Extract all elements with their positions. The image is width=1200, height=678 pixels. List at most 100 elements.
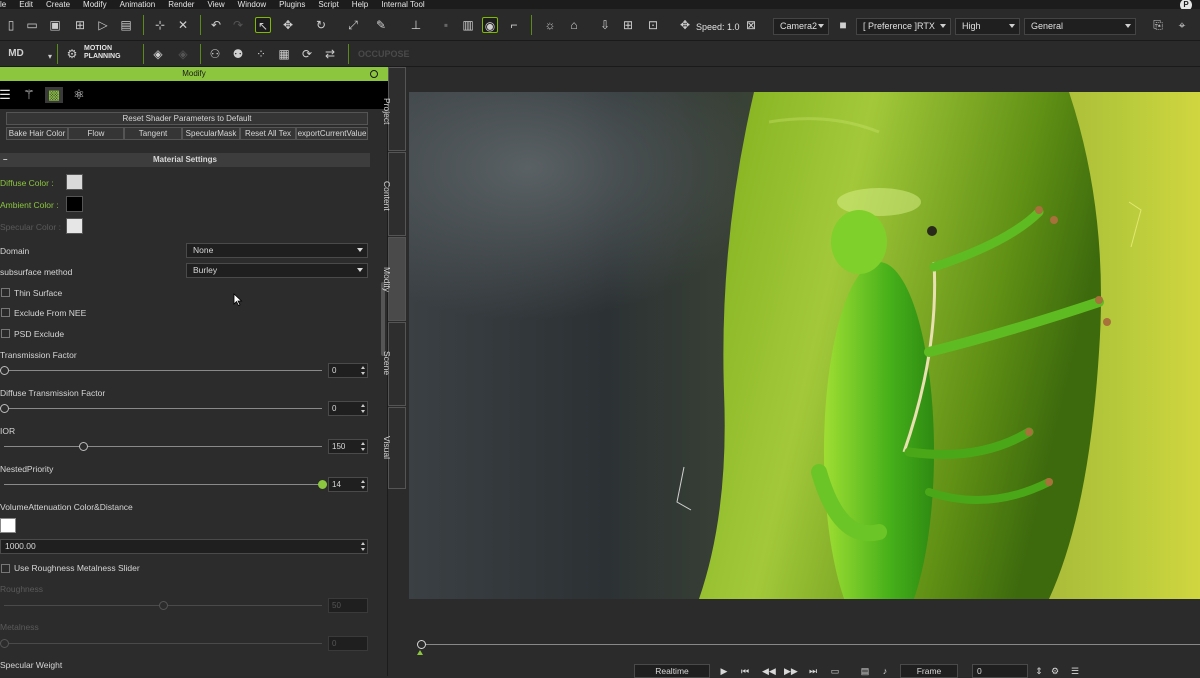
- undo-icon[interactable]: ↶: [208, 17, 224, 33]
- collapse-icon[interactable]: –: [3, 153, 7, 167]
- motion-planning-button[interactable]: MOTION PLANNING: [84, 45, 121, 61]
- specular-mask-button[interactable]: SpecularMask: [182, 127, 240, 140]
- menu-help[interactable]: Help: [352, 0, 368, 9]
- points-icon[interactable]: ⁘: [253, 46, 269, 62]
- tab-visual[interactable]: Visual: [382, 407, 406, 489]
- md-logo[interactable]: MD: [5, 46, 27, 62]
- sun-icon[interactable]: ☼: [542, 17, 558, 33]
- pin-icon[interactable]: ⌖: [1174, 17, 1190, 33]
- tangent-button[interactable]: Tangent: [124, 127, 182, 140]
- new-file-icon[interactable]: ▯: [3, 17, 19, 33]
- fit-down-icon[interactable]: ⇩: [597, 17, 613, 33]
- camera-toggle-icon[interactable]: ⊠: [743, 17, 759, 33]
- tab-scene[interactable]: Scene: [382, 322, 406, 406]
- skip-end-icon[interactable]: ⏭: [807, 666, 819, 676]
- nested-priority-knob[interactable]: [317, 480, 327, 489]
- people-icon[interactable]: ⚉: [230, 46, 246, 62]
- timeline-playhead[interactable]: [417, 640, 426, 649]
- volume-distance-input[interactable]: 1000.00: [0, 539, 368, 554]
- motion-icon[interactable]: ⚚: [20, 87, 38, 103]
- home-icon[interactable]: ⌂: [566, 17, 582, 33]
- camera-dropdown[interactable]: Camera2: [773, 18, 829, 35]
- psd-exclude-checkbox[interactable]: [1, 329, 10, 338]
- diffuse-transmission-slider[interactable]: [4, 408, 322, 409]
- tab-content[interactable]: Content: [382, 152, 406, 236]
- diffuse-transmission-knob[interactable]: [0, 404, 9, 413]
- nested-priority-input[interactable]: 14: [328, 477, 368, 492]
- loop-icon[interactable]: ▭: [829, 666, 841, 676]
- menu-view[interactable]: View: [207, 0, 224, 9]
- next-frame-icon[interactable]: ▶▶: [784, 666, 798, 676]
- material-settings-header[interactable]: – Material Settings: [0, 153, 370, 167]
- spin-down-icon[interactable]: [361, 372, 365, 375]
- domain-select[interactable]: None: [186, 243, 368, 258]
- frame-spin-icon[interactable]: ⇕: [1033, 666, 1045, 676]
- menu-file[interactable]: le: [0, 0, 6, 9]
- material-checker-icon[interactable]: ▩: [45, 87, 63, 103]
- ambient-color-swatch[interactable]: [66, 196, 83, 212]
- reset-shader-button[interactable]: Reset Shader Parameters to Default: [6, 112, 368, 125]
- settings-gear-icon[interactable]: ⚙: [1049, 666, 1061, 676]
- mode-dropdown[interactable]: General: [1024, 18, 1136, 35]
- swap-icon[interactable]: ⇄: [322, 46, 338, 62]
- exclude-from-nee-checkbox[interactable]: [1, 308, 10, 317]
- open-folder-icon[interactable]: ▭: [24, 17, 40, 33]
- spin-down-icon[interactable]: [361, 448, 365, 451]
- menu-modify[interactable]: Modify: [83, 0, 107, 9]
- key-icon[interactable]: ◈: [150, 46, 166, 62]
- transmission-factor-knob[interactable]: [0, 366, 9, 375]
- spin-up-icon[interactable]: [361, 366, 365, 369]
- diffuse-transmission-input[interactable]: 0: [328, 401, 368, 416]
- ior-slider[interactable]: [4, 446, 322, 447]
- drop-icon[interactable]: ▪: [438, 17, 454, 33]
- import-icon[interactable]: ⊞: [72, 17, 88, 33]
- roughness-metalness-checkbox[interactable]: [1, 564, 10, 573]
- occupose-button[interactable]: OCCUPOSE: [358, 49, 410, 59]
- reset-all-tex-button[interactable]: Reset All Tex: [240, 127, 296, 140]
- export-current-value-button[interactable]: exportCurrentValue: [296, 127, 368, 140]
- sliders-icon[interactable]: ☰: [0, 87, 14, 103]
- align-icon[interactable]: ⊥: [408, 17, 424, 33]
- specular-color-swatch[interactable]: [66, 218, 83, 234]
- menu-edit[interactable]: Edit: [19, 0, 33, 9]
- music-icon[interactable]: ♪: [879, 666, 891, 676]
- spin-down-icon[interactable]: [361, 486, 365, 489]
- menu-create[interactable]: Create: [46, 0, 70, 9]
- refresh-icon[interactable]: ⟳: [299, 46, 315, 62]
- prev-frame-icon[interactable]: ◀◀: [762, 666, 776, 676]
- characters-icon[interactable]: ⚇: [207, 46, 223, 62]
- spin-up-icon[interactable]: [361, 542, 365, 545]
- transmission-factor-input[interactable]: 0: [328, 363, 368, 378]
- timeline-track[interactable]: [419, 644, 1200, 645]
- flow-button[interactable]: Flow: [68, 127, 124, 140]
- record-icon[interactable]: ▤: [859, 666, 871, 676]
- sequence-x-icon[interactable]: ✕: [175, 17, 191, 33]
- preference-dropdown[interactable]: [ Preference ]RTX: [856, 18, 951, 35]
- pick-icon[interactable]: ✎: [373, 17, 389, 33]
- render-viewport[interactable]: [409, 92, 1200, 599]
- md-dropdown-icon[interactable]: ▾: [42, 49, 58, 65]
- panel-scrollbar[interactable]: [381, 282, 385, 356]
- attach-icon[interactable]: ⌐: [506, 17, 522, 33]
- spin-up-icon[interactable]: [361, 480, 365, 483]
- spin-down-icon[interactable]: [361, 410, 365, 413]
- nested-priority-slider[interactable]: [4, 484, 322, 485]
- pan-icon[interactable]: ✥: [677, 17, 693, 33]
- ior-input[interactable]: 150: [328, 439, 368, 454]
- export-icon[interactable]: ▷: [95, 17, 111, 33]
- spin-up-icon[interactable]: [361, 442, 365, 445]
- speed-label[interactable]: Speed: 1.0: [696, 22, 740, 32]
- transmission-factor-slider[interactable]: [4, 370, 322, 371]
- ior-knob[interactable]: [79, 442, 88, 451]
- layout-icon[interactable]: ▥: [460, 17, 476, 33]
- move-icon[interactable]: ✥: [280, 17, 296, 33]
- tab-project[interactable]: Project: [382, 67, 406, 151]
- close-icon[interactable]: [370, 70, 378, 78]
- menu-window[interactable]: Window: [238, 0, 266, 9]
- tab-modify[interactable]: Modify: [382, 237, 406, 321]
- scale-icon[interactable]: ⤢: [345, 17, 361, 33]
- diffuse-color-swatch[interactable]: [66, 174, 83, 190]
- render-icon[interactable]: ▤: [118, 17, 134, 33]
- spin-up-icon[interactable]: [361, 404, 365, 407]
- sequence-icon[interactable]: ⊹: [152, 17, 168, 33]
